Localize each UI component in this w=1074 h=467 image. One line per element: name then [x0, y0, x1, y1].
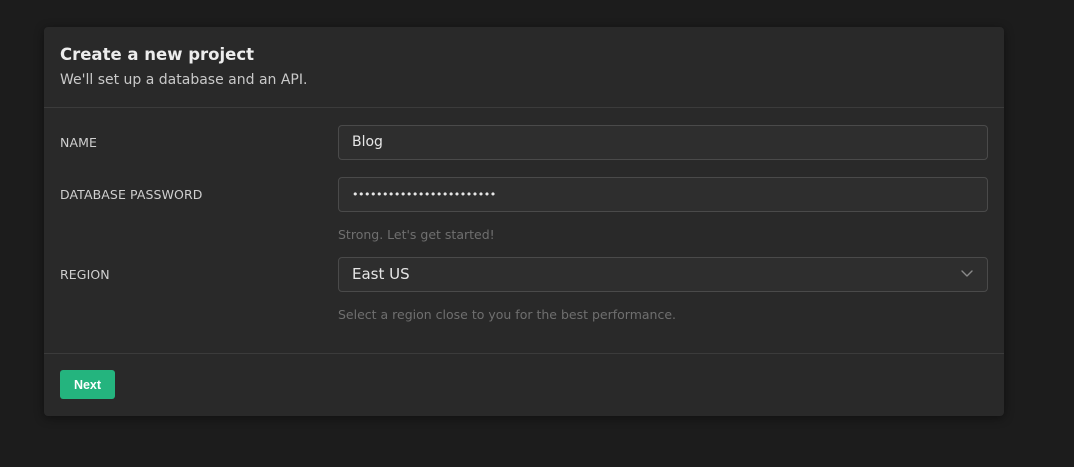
chevron-down-icon [961, 270, 973, 277]
region-select[interactable]: East US [338, 257, 988, 292]
database-password-label: DATABASE PASSWORD [60, 187, 203, 202]
page-title: Create a new project [60, 45, 254, 64]
page-subtitle: We'll set up a database and an API. [60, 72, 308, 88]
project-name-value: Blog [352, 134, 383, 150]
project-name-input[interactable]: Blog [338, 125, 988, 160]
password-strength-hint: Strong. Let's get started! [338, 227, 495, 242]
card-header: Create a new project We'll set up a data… [44, 27, 1004, 108]
create-project-card: Create a new project We'll set up a data… [44, 27, 1004, 416]
footer-divider [44, 353, 1004, 354]
region-hint: Select a region close to you for the bes… [338, 307, 676, 322]
password-masked-value: •••••••••••••••••••••••• [352, 188, 496, 201]
region-label: REGION [60, 267, 110, 282]
database-password-input[interactable]: •••••••••••••••••••••••• [338, 177, 988, 212]
region-selected-value: East US [352, 265, 410, 283]
name-label: NAME [60, 135, 97, 150]
next-button[interactable]: Next [60, 370, 115, 399]
